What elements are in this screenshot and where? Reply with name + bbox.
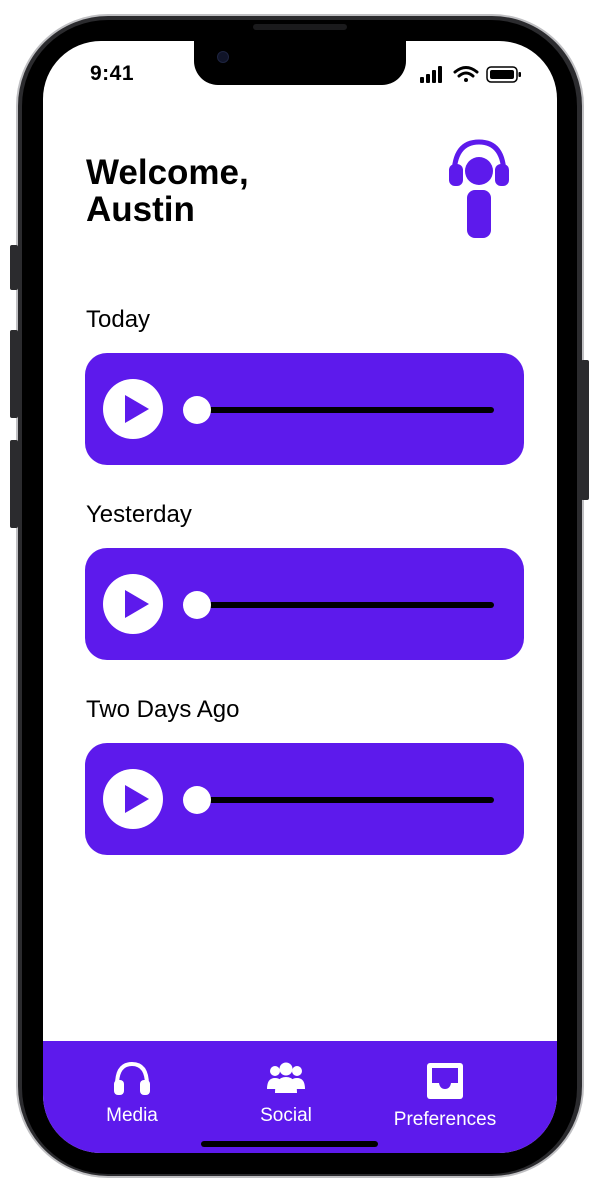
tab-media-label: Media (106, 1105, 158, 1126)
tab-preferences[interactable]: Preferences (390, 1061, 500, 1131)
silent-switch (10, 245, 18, 290)
home-indicator[interactable] (201, 1141, 378, 1147)
progress-thumb[interactable] (183, 786, 211, 814)
greeting-line-1: Welcome, (86, 153, 249, 192)
volume-up-button (10, 330, 18, 418)
play-button[interactable] (103, 769, 163, 829)
inbox-icon (427, 1063, 463, 1099)
wifi-icon (453, 66, 479, 82)
play-button[interactable] (103, 379, 163, 439)
progress-thumb[interactable] (183, 396, 211, 424)
play-icon (125, 785, 149, 813)
tab-preferences-label: Preferences (393, 1109, 497, 1130)
progress-track[interactable] (197, 797, 494, 803)
recording-label-two-days-ago: Two Days Ago (86, 696, 240, 723)
progress-thumb[interactable] (183, 591, 211, 619)
greeting-line-2: Austin (86, 190, 195, 229)
status-icons (420, 64, 522, 84)
notch (194, 41, 406, 85)
tab-media[interactable]: Media (97, 1061, 167, 1127)
front-camera (217, 51, 229, 63)
speaker-grille (253, 24, 347, 30)
progress-track[interactable] (197, 407, 494, 413)
recording-label-today: Today (86, 306, 151, 333)
audio-player-two-days-ago (85, 743, 524, 855)
headphones-icon (114, 1061, 150, 1095)
headphones-person-logo (446, 138, 512, 240)
play-icon (125, 590, 149, 618)
tab-social-label: Social (260, 1105, 312, 1126)
tab-bar: Media Social Preferences (43, 1041, 557, 1153)
cellular-signal-icon (420, 66, 442, 83)
power-button (581, 360, 589, 500)
battery-icon (486, 66, 521, 83)
tab-social[interactable]: Social (251, 1061, 321, 1127)
group-icon (267, 1062, 305, 1093)
play-icon (125, 395, 149, 423)
volume-down-button (10, 440, 18, 528)
progress-track[interactable] (197, 602, 494, 608)
play-button[interactable] (103, 574, 163, 634)
audio-player-today (85, 353, 524, 465)
recording-label-yesterday: Yesterday (86, 501, 192, 528)
audio-player-yesterday (85, 548, 524, 660)
status-time: 9:41 (90, 62, 135, 85)
page-title: Welcome, Austin (86, 154, 249, 228)
